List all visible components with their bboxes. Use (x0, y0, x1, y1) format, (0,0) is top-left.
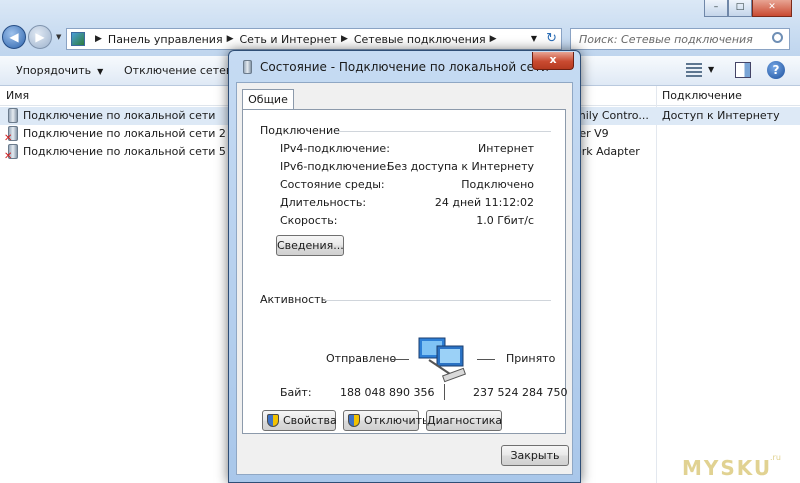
maximize-button[interactable]: □ (728, 0, 752, 17)
received-label: Принято (506, 352, 556, 365)
dialog-title: Состояние - Подключение по локальной сет… (260, 60, 549, 74)
chevron-down-icon[interactable]: ▼ (708, 65, 714, 74)
diagnose-button[interactable]: Диагностика (426, 410, 502, 431)
dialog-body: Общие Подключение IPv4-подключение: Инте… (236, 82, 573, 475)
breadcrumb-arrow-icon[interactable]: ▶ (490, 34, 497, 44)
connection-name: Подключение по локальной сети (23, 109, 216, 122)
breadcrumb-arrow-icon[interactable]: ▶ (227, 34, 234, 44)
connection-group-heading: Подключение (260, 124, 340, 137)
sent-label: Отправлено (326, 352, 397, 365)
preview-pane-icon[interactable] (735, 62, 751, 78)
network-activity-icon (418, 337, 467, 383)
organize-button[interactable]: Упорядочить ▼ (16, 64, 103, 77)
network-adapter-icon (8, 108, 18, 123)
device-name: ork Adapter (575, 145, 640, 158)
connection-name: Подключение по локальной сети 5 (23, 145, 226, 158)
column-header-connectivity[interactable]: Подключение (662, 89, 742, 102)
ipv4-label: IPv4-подключение: (280, 142, 390, 155)
disable-button-label: Отключить (364, 414, 429, 427)
control-panel-icon (71, 32, 85, 46)
bytes-received-value: 237 524 284 750 (473, 386, 568, 399)
media-state-value: Подключено (461, 178, 534, 191)
breadcrumb-arrow-icon[interactable]: ▶ (341, 34, 348, 44)
speed-value: 1.0 Гбит/с (476, 214, 534, 227)
breadcrumb-network-connections[interactable]: Сетевые подключения (354, 33, 486, 46)
details-button[interactable]: Сведения... (276, 235, 344, 256)
ipv6-value: Без доступа к Интернету (387, 160, 534, 173)
view-options-icon[interactable] (686, 63, 702, 77)
watermark-logo: MYSKU (682, 456, 773, 480)
search-placeholder: Поиск: Сетевые подключения (579, 33, 753, 46)
dialog-close-button[interactable]: x (532, 52, 574, 70)
minimize-button[interactable]: – (704, 0, 728, 17)
watermark-suffix: .ru (770, 453, 781, 462)
speed-label: Скорость: (280, 214, 338, 227)
refresh-icon[interactable]: ↻ (546, 31, 557, 46)
history-dropdown-icon[interactable]: ▼ (56, 33, 61, 41)
network-adapter-icon (243, 60, 252, 74)
activity-group-heading: Активность (260, 293, 328, 306)
group-divider (335, 131, 551, 132)
tab-panel-general: Подключение IPv4-подключение: Интернет I… (242, 109, 568, 434)
organize-label: Упорядочить (16, 64, 92, 77)
explorer-titlebar: – □ ✕ ◀ ▶ ▼ ▶ Панель управления ▶ Сеть и… (0, 0, 800, 56)
disabled-x-icon: ✕ (4, 151, 13, 162)
group-divider (325, 300, 551, 301)
ipv4-value: Интернет (478, 142, 534, 155)
media-state-label: Состояние среды: (280, 178, 385, 191)
received-line (477, 359, 495, 360)
column-header-name[interactable]: Имя (6, 89, 29, 102)
properties-button-label: Свойства (283, 414, 337, 427)
search-icon[interactable] (772, 32, 783, 43)
breadcrumb-network-internet[interactable]: Сеть и Интернет (240, 33, 337, 46)
address-dropdown-icon[interactable]: ▼ (531, 34, 537, 43)
back-button[interactable]: ◀ (2, 25, 26, 49)
bytes-divider (444, 384, 445, 400)
chevron-down-icon: ▼ (97, 67, 104, 76)
close-window-button[interactable]: ✕ (752, 0, 792, 17)
device-name: mily Contro... (575, 109, 649, 122)
properties-button[interactable]: Свойства (262, 410, 337, 431)
status-dialog: Состояние - Подключение по локальной сет… (228, 50, 581, 483)
uac-shield-icon (267, 414, 279, 427)
tab-general[interactable]: Общие (242, 89, 294, 110)
address-bar[interactable]: ▶ Панель управления ▶ Сеть и Интернет ▶ … (66, 28, 562, 50)
duration-label: Длительность: (280, 196, 367, 209)
disable-button[interactable]: Отключить (343, 410, 429, 431)
window-controls: – □ ✕ (704, 0, 792, 17)
forward-button[interactable]: ▶ (28, 25, 52, 49)
sent-line (391, 359, 409, 360)
bytes-sent-value: 188 048 890 356 (340, 386, 435, 399)
connectivity-value: Доступ к Интернету (662, 109, 780, 122)
connection-name: Подключение по локальной сети 2 (23, 127, 226, 140)
close-button[interactable]: Закрыть (501, 445, 569, 466)
ipv6-label: IPv6-подключение: (280, 160, 390, 173)
bytes-label: Байт: (280, 386, 312, 399)
breadcrumb-arrow-icon[interactable]: ▶ (95, 34, 102, 44)
help-icon[interactable]: ? (767, 61, 785, 79)
breadcrumb-control-panel[interactable]: Панель управления (108, 33, 223, 46)
search-input[interactable]: Поиск: Сетевые подключения (570, 28, 790, 50)
duration-value: 24 дней 11:12:02 (434, 196, 534, 209)
uac-shield-icon (348, 414, 360, 427)
device-name: ter V9 (575, 127, 609, 140)
